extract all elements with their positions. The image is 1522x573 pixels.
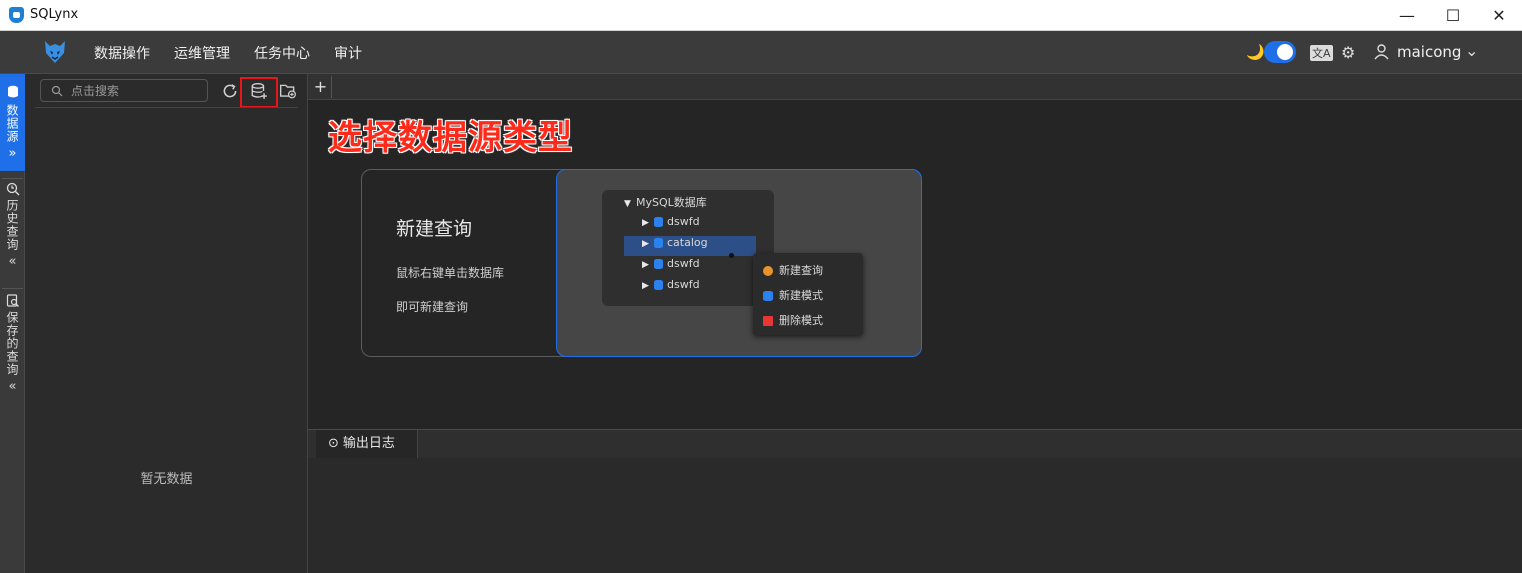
database-icon (654, 280, 663, 290)
divider (35, 107, 298, 108)
tab-saved-queries[interactable]: 保存的查询 « (0, 294, 25, 409)
highlight-annotation-box (240, 77, 278, 108)
editor-tabstrip: + (308, 74, 1522, 100)
divider (2, 178, 23, 179)
database-icon (654, 238, 663, 248)
add-tab-button[interactable]: + (310, 76, 332, 98)
tutorial-annotation: 选择数据源类型 (328, 118, 573, 158)
output-tabstrip: ⊙ 输出日志 (308, 430, 1522, 458)
guide-card-line-2: 即可新建查询 (396, 300, 469, 314)
editor-area: + 选择数据源类型 新建查询 鼠标右键单击数据库 即可新建查询 ▼ MySQL数据… (308, 74, 1522, 429)
new-query-guide-card: 新建查询 鼠标右键单击数据库 即可新建查询 ▼ MySQL数据库 ▶ dswfd ▶… (361, 169, 922, 357)
database-icon (654, 259, 663, 269)
settings-gear-icon[interactable]: ⚙ (1341, 43, 1355, 62)
guide-preview-image: ▼ MySQL数据库 ▶ dswfd ▶ catalog ▶ dswfd ▶ dswfd (556, 169, 922, 357)
datasource-sidebar: 暂无数据 (25, 74, 308, 573)
output-log-label: 输出日志 (342, 436, 395, 451)
tab-datasource-label: 数据源 (5, 104, 19, 143)
tab-history-label: 历史查询 (5, 199, 19, 251)
new-schema-icon (763, 291, 773, 301)
database-icon (7, 85, 18, 98)
preview-tree-node: ▶ dswfd (642, 278, 700, 291)
caret-down-icon: ▼ (624, 199, 631, 209)
app-logo-icon (9, 7, 24, 23)
maximize-button[interactable]: ☐ (1430, 0, 1476, 31)
output-panel: ⊙ 输出日志 (308, 429, 1522, 573)
search-icon (51, 85, 63, 97)
tab-history[interactable]: 历史查询 « (0, 182, 25, 282)
menu-task-center[interactable]: 任务中心 (254, 43, 310, 63)
toggle-knob (1277, 44, 1293, 60)
caret-right-icon: ▶ (642, 260, 649, 270)
preview-tree-node: ▶ dswfd (642, 215, 700, 228)
left-activity-bar: 数据源 » 历史查询 « 保存的查询 « (0, 74, 25, 573)
sqlynx-logo-icon[interactable] (43, 39, 67, 65)
window-titlebar: SQLynx — ☐ ✕ (0, 0, 1522, 31)
context-menu-item: 新建查询 (763, 262, 823, 278)
guide-card-title: 新建查询 (396, 218, 473, 240)
caret-right-icon: ▶ (642, 281, 649, 291)
collapse-icon: « (8, 379, 17, 394)
divider (2, 288, 23, 289)
moon-icon: 🌙 (1246, 43, 1265, 61)
tab-saved-queries-label: 保存的查询 (5, 311, 19, 376)
caret-right-icon: ▶ (642, 239, 649, 249)
context-menu-item: 新建模式 (763, 287, 823, 303)
preview-tree: ▼ MySQL数据库 ▶ dswfd ▶ catalog ▶ dswfd ▶ dswfd (602, 190, 774, 306)
user-icon[interactable] (1373, 43, 1390, 60)
empty-state-text: 暂无数据 (140, 472, 193, 487)
menu-data-operations[interactable]: 数据操作 (94, 43, 150, 63)
collapse-icon: « (8, 254, 17, 269)
tab-output-log[interactable]: ⊙ 输出日志 (316, 430, 418, 458)
preview-tree-node-selected: ▶ catalog (624, 236, 756, 256)
tab-datasource[interactable]: 数据源 » (0, 74, 25, 171)
menu-ops-management[interactable]: 运维管理 (174, 43, 230, 63)
main-menubar: 数据操作 运维管理 任务中心 审计 🌙 文A ⚙ maicong ⌄ (0, 31, 1522, 74)
saved-query-icon (6, 294, 19, 307)
caret-right-icon: ▶ (642, 218, 649, 228)
refresh-icon[interactable] (221, 82, 239, 100)
trash-icon (763, 316, 773, 326)
check-circle-icon: ⊙ (328, 436, 339, 451)
sidebar-search[interactable] (40, 79, 208, 102)
history-icon (6, 182, 19, 196)
database-icon (654, 217, 663, 227)
new-query-icon (763, 266, 773, 276)
expand-icon: » (8, 146, 17, 161)
search-input[interactable] (71, 82, 201, 100)
mouse-cursor-icon (729, 253, 734, 258)
close-button[interactable]: ✕ (1476, 0, 1522, 31)
preview-tree-root: ▼ MySQL数据库 (624, 196, 707, 209)
preview-tree-node: ▶ dswfd (642, 257, 700, 270)
theme-toggle[interactable] (1264, 41, 1296, 63)
chevron-down-icon[interactable]: ⌄ (1465, 41, 1478, 60)
username-label[interactable]: maicong (1397, 43, 1461, 61)
guide-card-line-1: 鼠标右键单击数据库 (396, 266, 505, 280)
window-title: SQLynx (30, 7, 79, 22)
translate-icon[interactable]: 文A (1310, 45, 1333, 61)
menu-audit[interactable]: 审计 (334, 43, 362, 63)
add-folder-icon[interactable] (279, 82, 297, 100)
preview-context-menu: 新建查询 新建模式 删除模式 (753, 253, 863, 335)
context-menu-item: 删除模式 (763, 312, 823, 328)
minimize-button[interactable]: — (1384, 0, 1430, 31)
